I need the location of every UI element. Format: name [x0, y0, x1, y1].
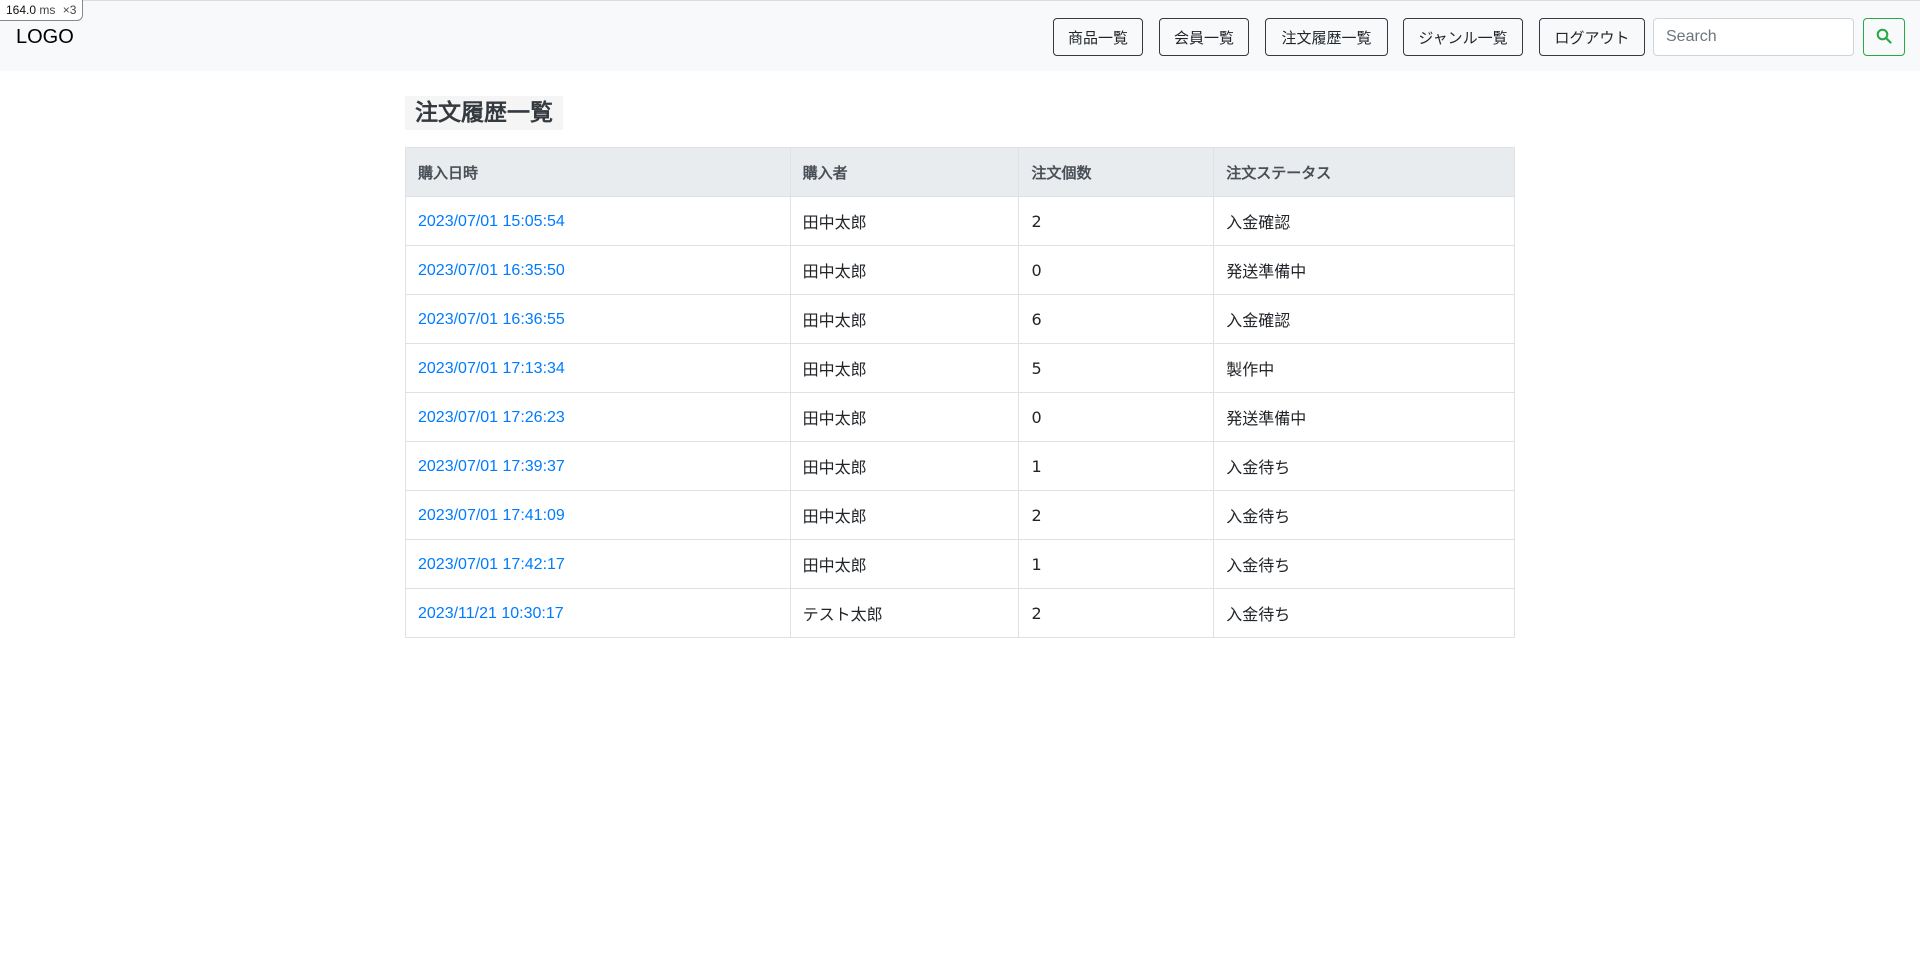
- top-navbar: LOGO 商品一覧 会員一覧 注文履歴一覧 ジャンル一覧 ログアウト: [0, 0, 1920, 71]
- nav-members-button[interactable]: 会員一覧: [1159, 18, 1249, 56]
- nav-order-history-button[interactable]: 注文履歴一覧: [1265, 18, 1388, 56]
- header-status: 注文ステータス: [1213, 147, 1515, 197]
- order-history-table: 購入日時 購入者 注文個数 注文ステータス 2023/07/01 15:05:5…: [405, 147, 1515, 638]
- performance-badge: 164.0 ms ×3: [0, 0, 84, 21]
- cell-quantity: 2: [1018, 588, 1215, 638]
- cell-date: 2023/07/01 17:41:09: [405, 490, 791, 540]
- cell-buyer: テスト太郎: [789, 588, 1020, 638]
- cell-date: 2023/07/01 16:35:50: [405, 245, 791, 295]
- cell-status: 入金待ち: [1213, 539, 1515, 589]
- cell-status: 入金確認: [1213, 196, 1515, 246]
- page-title: 注文履歴一覧: [405, 96, 563, 130]
- order-date-link[interactable]: 2023/11/21 10:30:17: [418, 605, 564, 622]
- perf-multiplier: ×3: [62, 3, 77, 17]
- cell-quantity: 6: [1018, 294, 1215, 344]
- cell-date: 2023/07/01 15:05:54: [405, 196, 791, 246]
- order-date-link[interactable]: 2023/07/01 16:36:55: [418, 311, 565, 328]
- cell-quantity: 1: [1018, 441, 1215, 491]
- cell-quantity: 2: [1018, 490, 1215, 540]
- cell-buyer: 田中太郎: [789, 490, 1020, 540]
- cell-buyer: 田中太郎: [789, 441, 1020, 491]
- perf-ms-unit: ms: [39, 3, 56, 17]
- search-button[interactable]: [1863, 18, 1905, 56]
- perf-ms-value: 164.0: [6, 3, 37, 17]
- cell-status: 入金待ち: [1213, 588, 1515, 638]
- table-row: 2023/07/01 17:13:34 田中太郎 5 製作中: [405, 343, 1515, 393]
- cell-date: 2023/07/01 16:36:55: [405, 294, 791, 344]
- cell-date: 2023/07/01 17:42:17: [405, 539, 791, 589]
- cell-buyer: 田中太郎: [789, 343, 1020, 393]
- cell-date: 2023/11/21 10:30:17: [405, 588, 791, 638]
- cell-quantity: 0: [1018, 245, 1215, 295]
- header-purchase-date: 購入日時: [405, 147, 791, 197]
- search-input[interactable]: [1653, 18, 1854, 56]
- nav-products-button[interactable]: 商品一覧: [1053, 18, 1143, 56]
- cell-status: 入金待ち: [1213, 441, 1515, 491]
- table-row: 2023/07/01 16:36:55 田中太郎 6 入金確認: [405, 294, 1515, 344]
- table-row: 2023/07/01 17:42:17 田中太郎 1 入金待ち: [405, 539, 1515, 589]
- cell-buyer: 田中太郎: [789, 539, 1020, 589]
- order-date-link[interactable]: 2023/07/01 15:05:54: [418, 213, 565, 230]
- cell-status: 発送準備中: [1213, 245, 1515, 295]
- table-row: 2023/07/01 16:35:50 田中太郎 0 発送準備中: [405, 245, 1515, 295]
- cell-buyer: 田中太郎: [789, 196, 1020, 246]
- cell-date: 2023/07/01 17:26:23: [405, 392, 791, 442]
- cell-status: 入金待ち: [1213, 490, 1515, 540]
- order-date-link[interactable]: 2023/07/01 17:26:23: [418, 409, 565, 426]
- cell-quantity: 5: [1018, 343, 1215, 393]
- order-date-link[interactable]: 2023/07/01 16:35:50: [418, 262, 565, 279]
- table-header-row: 購入日時 購入者 注文個数 注文ステータス: [405, 147, 1515, 197]
- table-row: 2023/07/01 17:39:37 田中太郎 1 入金待ち: [405, 441, 1515, 491]
- cell-status: 入金確認: [1213, 294, 1515, 344]
- order-date-link[interactable]: 2023/07/01 17:39:37: [418, 458, 565, 475]
- cell-buyer: 田中太郎: [789, 294, 1020, 344]
- order-date-link[interactable]: 2023/07/01 17:13:34: [418, 360, 565, 377]
- cell-date: 2023/07/01 17:39:37: [405, 441, 791, 491]
- cell-status: 発送準備中: [1213, 392, 1515, 442]
- table-row: 2023/07/01 15:05:54 田中太郎 2 入金確認: [405, 196, 1515, 246]
- logo[interactable]: LOGO: [16, 25, 74, 49]
- table-row: 2023/07/01 17:26:23 田中太郎 0 発送準備中: [405, 392, 1515, 442]
- header-quantity: 注文個数: [1018, 147, 1215, 197]
- cell-quantity: 0: [1018, 392, 1215, 442]
- table-row: 2023/07/01 17:41:09 田中太郎 2 入金待ち: [405, 490, 1515, 540]
- table-row: 2023/11/21 10:30:17 テスト太郎 2 入金待ち: [405, 588, 1515, 638]
- nav-genres-button[interactable]: ジャンル一覧: [1403, 18, 1523, 56]
- search-icon: [1876, 28, 1892, 47]
- cell-date: 2023/07/01 17:13:34: [405, 343, 791, 393]
- cell-buyer: 田中太郎: [789, 245, 1020, 295]
- cell-status: 製作中: [1213, 343, 1515, 393]
- order-date-link[interactable]: 2023/07/01 17:42:17: [418, 556, 565, 573]
- cell-quantity: 2: [1018, 196, 1215, 246]
- cell-quantity: 1: [1018, 539, 1215, 589]
- nav-logout-button[interactable]: ログアウト: [1539, 18, 1645, 56]
- cell-buyer: 田中太郎: [789, 392, 1020, 442]
- header-buyer: 購入者: [789, 147, 1020, 197]
- order-date-link[interactable]: 2023/07/01 17:41:09: [418, 507, 565, 524]
